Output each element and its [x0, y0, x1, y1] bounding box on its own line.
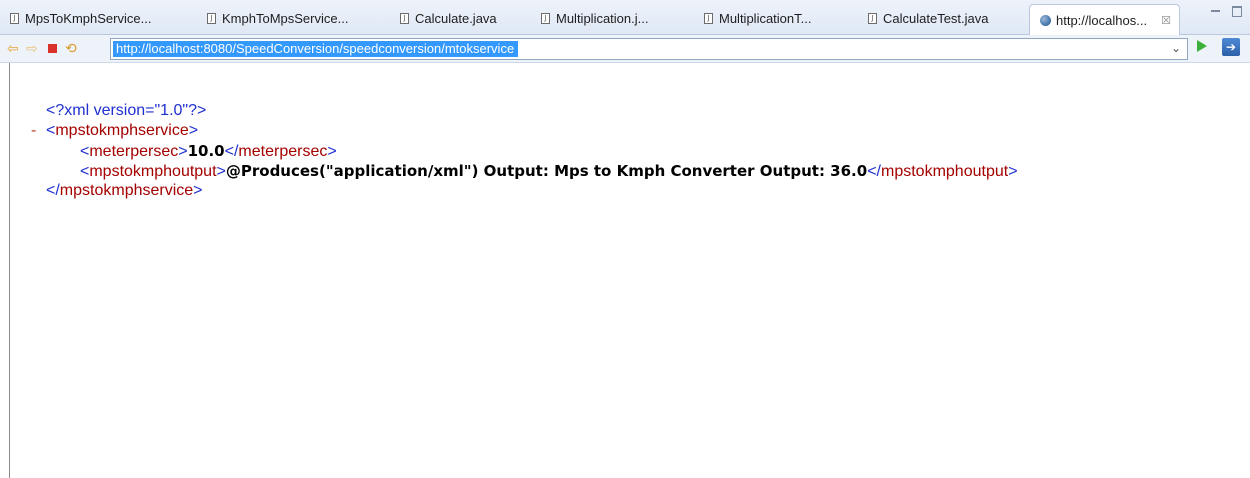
open-external-icon[interactable]: ➔ [1222, 38, 1240, 56]
output-close-tag-name: mpstokmphoutput [881, 163, 1009, 180]
meterpersec-close-tag-name: meterpersec [238, 143, 328, 160]
java-file-icon: J [400, 13, 409, 24]
meterpersec-value: 10.0 [187, 142, 225, 160]
tab-label: http://localhos... [1056, 12, 1148, 28]
collapse-toggle[interactable]: - [31, 121, 36, 141]
root-close-tag-name: mpstokmphservice [59, 182, 194, 199]
java-file-icon: J [868, 13, 877, 24]
tab-label: MultiplicationT... [719, 11, 812, 26]
java-file-icon: J [207, 13, 216, 24]
xml-declaration-text: <?xml version="1.0"?> [46, 102, 207, 119]
editor-tab-bar: J MpsToKmphService... J KmphToMpsService… [0, 0, 1250, 35]
tab-label: Multiplication.j... [556, 11, 649, 26]
meterpersec-tag-name: meterpersec [89, 143, 179, 160]
tab-label: KmphToMpsService... [222, 11, 349, 26]
globe-icon [1040, 14, 1051, 26]
browser-toolbar: ⇦ ⇨ ⟲ http://localhost:8080/SpeedConvers… [0, 35, 1250, 63]
output-tag-name: mpstokmphoutput [89, 163, 217, 180]
back-arrow-icon[interactable]: ⇦ [7, 40, 19, 56]
java-file-icon: J [10, 13, 19, 24]
tab-label: CalculateTest.java [883, 11, 989, 26]
forward-arrow-icon[interactable]: ⇨ [26, 40, 38, 56]
root-open-tag: <mpstokmphservice> [46, 122, 199, 139]
root-tag-name: mpstokmphservice [55, 122, 189, 139]
xml-declaration: <?xml version="1.0"?> [46, 101, 206, 121]
refresh-icon[interactable]: ⟲ [65, 40, 77, 56]
url-dropdown-icon[interactable]: ⌄ [1171, 41, 1181, 55]
url-input[interactable]: http://localhost:8080/SpeedConversion/sp… [110, 38, 1188, 60]
tab-label: Calculate.java [415, 11, 497, 26]
tab-browser-localhost[interactable]: http://localhos... ☒ [1029, 4, 1180, 35]
maximize-icon[interactable] [1232, 6, 1242, 17]
tab-label: MpsToKmphService... [25, 11, 152, 26]
root-close-tag: </mpstokmphservice> [46, 182, 203, 199]
tab-calculate-java[interactable]: J Calculate.java [400, 4, 497, 33]
output-value: @Produces("application/xml") Output: Mps… [225, 162, 868, 180]
tab-multiplication-test[interactable]: J MultiplicationT... [704, 4, 811, 33]
url-text[interactable]: http://localhost:8080/SpeedConversion/sp… [113, 41, 519, 57]
tab-multiplication-java[interactable]: J Multiplication.j... [541, 4, 648, 33]
minimize-icon[interactable] [1211, 10, 1220, 12]
tab-kmph-to-mps-service[interactable]: J KmphToMpsService... [207, 4, 348, 33]
go-icon[interactable] [1197, 40, 1207, 52]
java-file-icon: J [704, 13, 713, 24]
tab-mps-to-kmph-service[interactable]: J MpsToKmphService... [10, 4, 151, 33]
close-tab-icon[interactable]: ☒ [1161, 14, 1171, 27]
output-element: <mpstokmphoutput>@Produces("application/… [80, 162, 1018, 180]
xml-viewer: <?xml version="1.0"?> - <mpstokmphservic… [0, 63, 1250, 478]
java-file-icon: J [541, 13, 550, 24]
stop-icon[interactable] [48, 44, 57, 53]
tab-calculate-test-java[interactable]: J CalculateTest.java [868, 4, 989, 33]
meterpersec-element: <meterpersec>10.0</meterpersec> [80, 142, 337, 160]
